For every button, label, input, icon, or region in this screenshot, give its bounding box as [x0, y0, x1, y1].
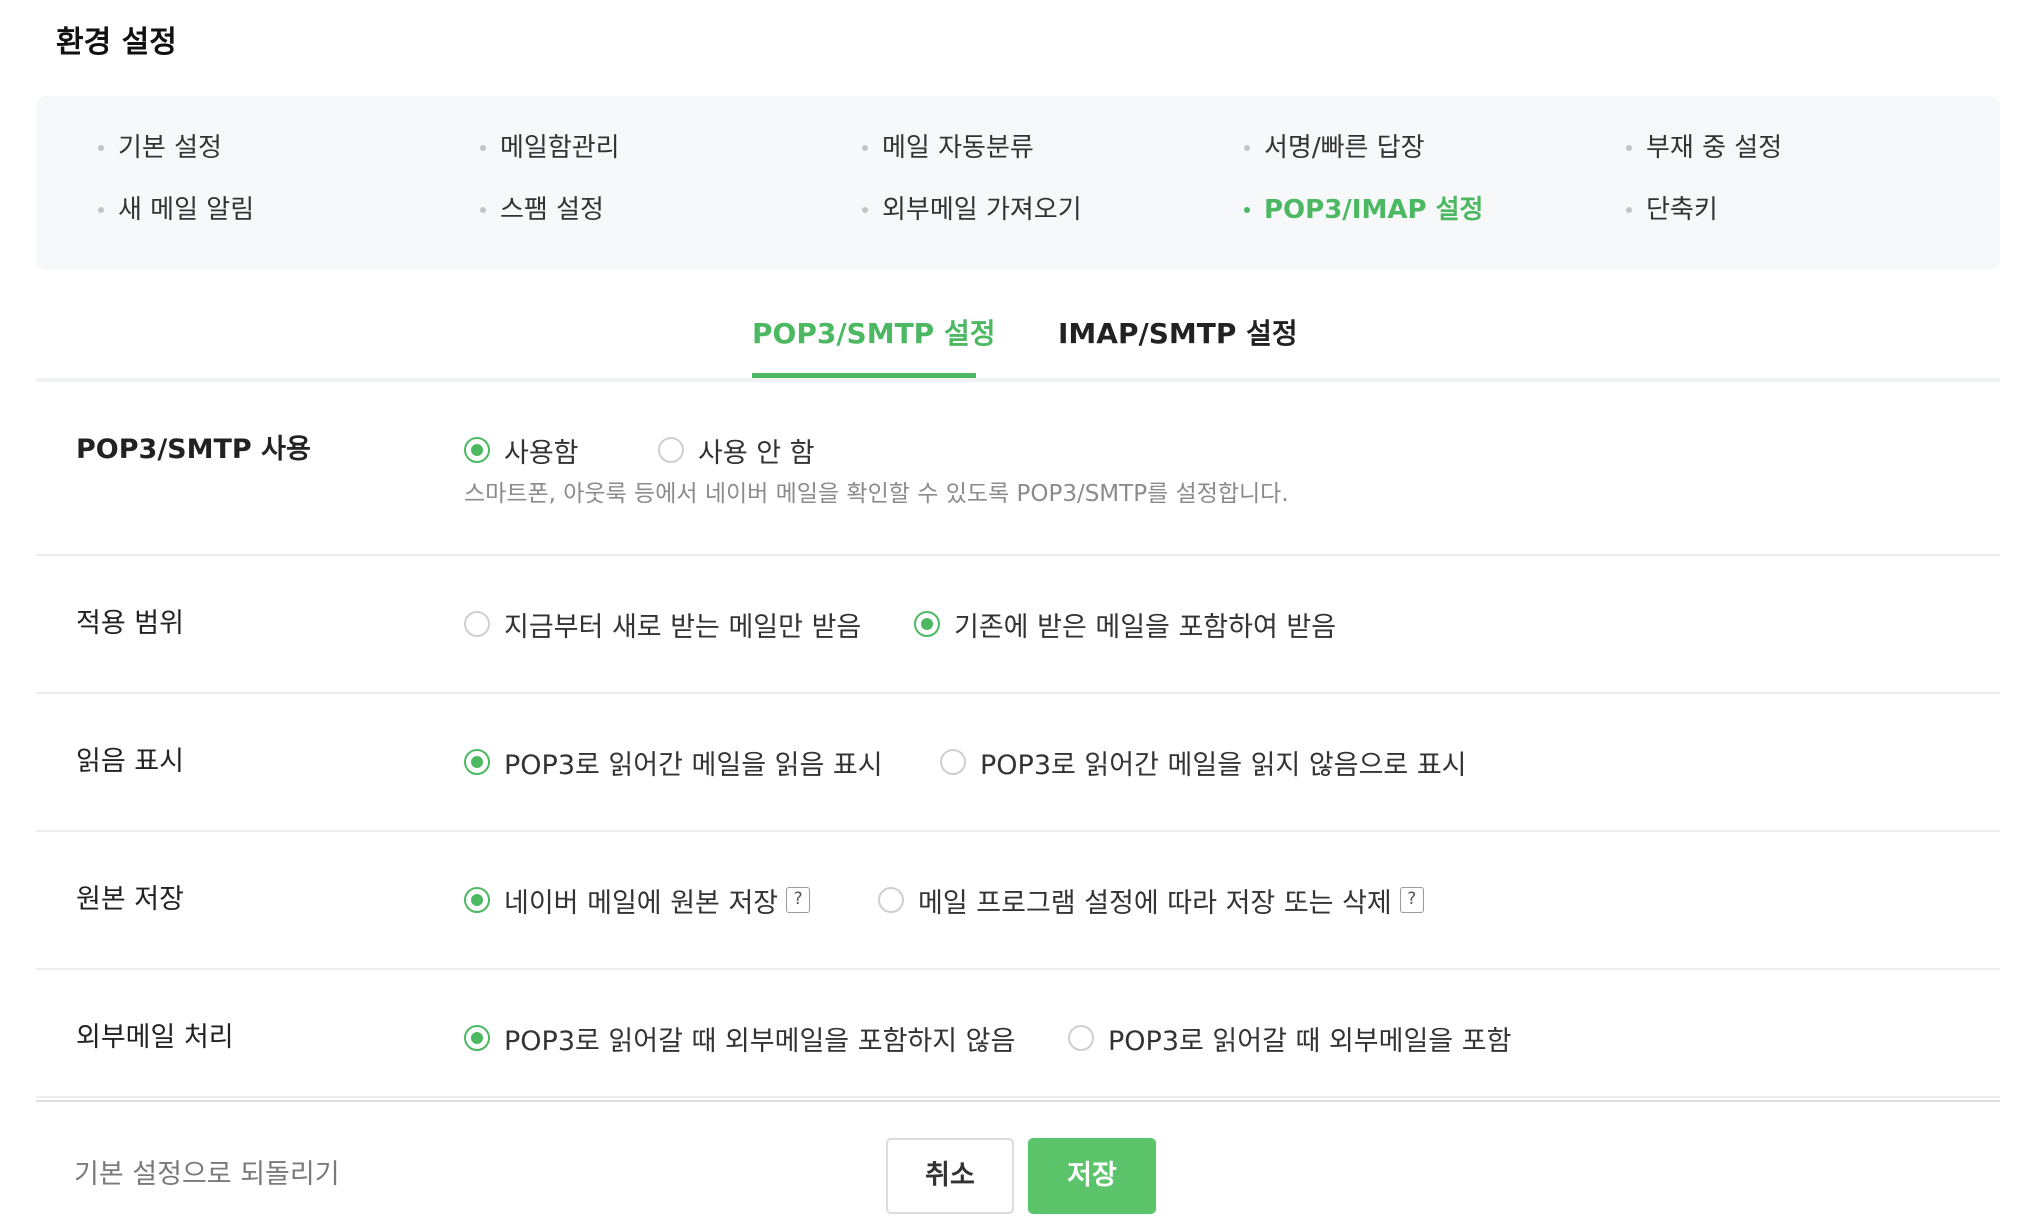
- row-label: 외부메일 처리: [76, 1022, 234, 1053]
- menu-item-label: 부재 중 설정: [1646, 133, 1783, 163]
- page-title: 환경 설정: [56, 25, 177, 60]
- radio-button[interactable]: [464, 887, 490, 913]
- radio-button[interactable]: [914, 611, 940, 637]
- option-label: POP3로 읽어갈 때 외부메일을 포함: [1108, 1025, 1512, 1057]
- settings-menu: 기본 설정 메일함관리 메일 자동분류 서명/빠른 답장 부재 중 설정 새 메…: [36, 96, 2000, 270]
- radio-option-use[interactable]: 사용함: [464, 430, 579, 470]
- option-label: POP3로 읽어갈 때 외부메일을 포함하지 않음: [504, 1025, 1016, 1057]
- option-label: 네이버 메일에 원본 저장: [504, 887, 779, 919]
- bullet-icon: [862, 207, 868, 213]
- settings-row-read-mark: 읽음 표시 POP3로 읽어간 메일을 읽음 표시 POP3로 읽어간 메일을 …: [36, 694, 2000, 832]
- bullet-icon: [98, 207, 104, 213]
- menu-item-label: 기본 설정: [118, 133, 222, 163]
- menu-item-external-mail-import[interactable]: 외부메일 가져오기: [862, 190, 1082, 230]
- bullet-icon: [1244, 207, 1250, 213]
- row-label: 원본 저장: [76, 884, 184, 915]
- bullet-icon: [98, 145, 104, 151]
- radio-option-new-only[interactable]: 지금부터 새로 받는 메일만 받음: [464, 604, 861, 644]
- help-icon[interactable]: ?: [1399, 887, 1424, 913]
- footer-divider: [36, 1100, 2000, 1102]
- option-label: POP3로 읽어간 메일을 읽음 표시: [504, 749, 883, 781]
- menu-item-label: 메일함관리: [500, 133, 620, 163]
- reset-to-default-link[interactable]: 기본 설정으로 되돌리기: [74, 1152, 340, 1191]
- radio-option-follow-program[interactable]: 메일 프로그램 설정에 따라 저장 또는 삭제 ?: [878, 880, 1424, 920]
- option-label: 기존에 받은 메일을 포함하여 받음: [954, 611, 1337, 643]
- menu-item-new-mail-alert[interactable]: 새 메일 알림: [98, 190, 254, 230]
- menu-item-basic-settings[interactable]: 기본 설정: [98, 128, 222, 168]
- menu-item-pop3-imap[interactable]: POP3/IMAP 설정: [1244, 190, 1483, 230]
- radio-button[interactable]: [658, 437, 684, 463]
- bullet-icon: [480, 145, 486, 151]
- bullet-icon: [1626, 207, 1632, 213]
- bullet-icon: [480, 207, 486, 213]
- radio-option-keep-original[interactable]: 네이버 메일에 원본 저장 ?: [464, 880, 811, 920]
- radio-button[interactable]: [464, 749, 490, 775]
- bullet-icon: [1244, 145, 1250, 151]
- menu-item-mailbox-management[interactable]: 메일함관리: [480, 128, 620, 168]
- menu-item-spam-settings[interactable]: 스팸 설정: [480, 190, 604, 230]
- option-label: 사용 안 함: [698, 437, 815, 469]
- settings-row-usage: POP3/SMTP 사용 사용함 사용 안 함 스마트폰, 아웃룩 등에서 네이…: [36, 384, 2000, 556]
- option-label: POP3로 읽어간 메일을 읽지 않음으로 표시: [980, 749, 1467, 781]
- save-button[interactable]: 저장: [1028, 1138, 1156, 1214]
- menu-item-signature-quick-reply[interactable]: 서명/빠른 답장: [1244, 128, 1425, 168]
- settings-row-external: 외부메일 처리 POP3로 읽어갈 때 외부메일을 포함하지 않음 POP3로 …: [36, 970, 2000, 1098]
- menu-item-auto-classify[interactable]: 메일 자동분류: [862, 128, 1034, 168]
- bullet-icon: [862, 145, 868, 151]
- usage-description: 스마트폰, 아웃룩 등에서 네이버 메일을 확인할 수 있도록 POP3/SMT…: [464, 481, 1289, 507]
- help-icon[interactable]: ?: [786, 887, 811, 913]
- bullet-icon: [1626, 145, 1632, 151]
- radio-option-exclude-external[interactable]: POP3로 읽어갈 때 외부메일을 포함하지 않음: [464, 1018, 1015, 1058]
- tab-imap-smtp[interactable]: IMAP/SMTP 설정: [1058, 304, 1298, 378]
- menu-item-label: 스팸 설정: [500, 195, 604, 225]
- menu-item-label: 메일 자동분류: [882, 133, 1034, 163]
- radio-option-include-existing[interactable]: 기존에 받은 메일을 포함하여 받음: [914, 604, 1336, 644]
- menu-item-label: POP3/IMAP 설정: [1264, 195, 1484, 225]
- menu-item-label: 단축키: [1646, 195, 1718, 225]
- menu-item-label: 외부메일 가져오기: [882, 195, 1082, 225]
- option-label: 사용함: [504, 437, 579, 469]
- radio-option-include-external[interactable]: POP3로 읽어갈 때 외부메일을 포함: [1068, 1018, 1511, 1058]
- tab-pop3-smtp[interactable]: POP3/SMTP 설정: [752, 304, 995, 378]
- row-label: POP3/SMTP 사용: [76, 434, 311, 465]
- menu-item-label: 서명/빠른 답장: [1264, 133, 1425, 163]
- radio-button[interactable]: [1068, 1025, 1094, 1051]
- radio-option-mark-read[interactable]: POP3로 읽어간 메일을 읽음 표시: [464, 742, 883, 782]
- radio-button[interactable]: [878, 887, 904, 913]
- radio-option-not-use[interactable]: 사용 안 함: [658, 430, 815, 470]
- radio-button[interactable]: [464, 611, 490, 637]
- row-label: 적용 범위: [76, 608, 184, 639]
- row-label: 읽음 표시: [76, 746, 184, 777]
- option-label: 지금부터 새로 받는 메일만 받음: [504, 611, 862, 643]
- menu-item-out-of-office[interactable]: 부재 중 설정: [1626, 128, 1782, 168]
- radio-option-mark-unread[interactable]: POP3로 읽어간 메일을 읽지 않음으로 표시: [940, 742, 1467, 782]
- radio-button[interactable]: [464, 1025, 490, 1051]
- menu-item-label: 새 메일 알림: [118, 195, 255, 225]
- protocol-tabs: POP3/SMTP 설정 IMAP/SMTP 설정: [36, 286, 2000, 382]
- radio-button[interactable]: [940, 749, 966, 775]
- settings-row-scope: 적용 범위 지금부터 새로 받는 메일만 받음 기존에 받은 메일을 포함하여 …: [36, 556, 2000, 694]
- settings-row-original: 원본 저장 네이버 메일에 원본 저장 ? 메일 프로그램 설정에 따라 저장 …: [36, 832, 2000, 970]
- cancel-button[interactable]: 취소: [886, 1138, 1014, 1214]
- menu-item-shortcuts[interactable]: 단축키: [1626, 190, 1718, 230]
- radio-button[interactable]: [464, 437, 490, 463]
- option-label: 메일 프로그램 설정에 따라 저장 또는 삭제: [918, 887, 1392, 919]
